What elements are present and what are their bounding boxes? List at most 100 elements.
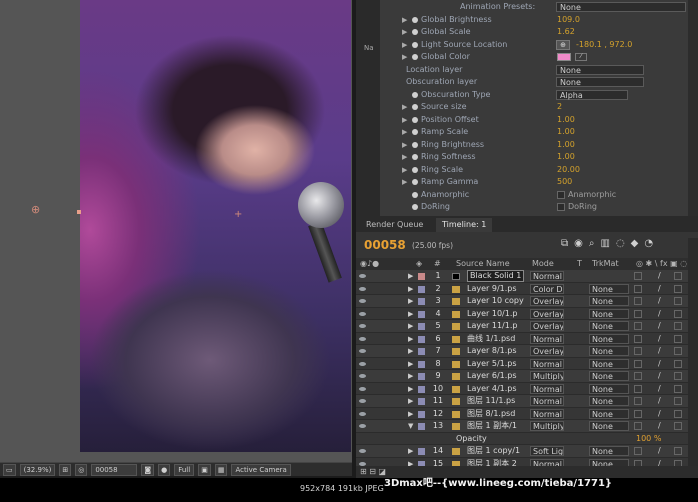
layer-row[interactable]: ▶ 8 Layer 5/1.ps Normal None / [356,357,698,370]
label-color-swatch[interactable] [418,335,425,343]
quality-switch-icon[interactable]: / [658,408,661,421]
blend-mode-dropdown[interactable]: Normal [530,396,564,406]
effect-value[interactable]: -180.1 , 972.0 [576,39,632,52]
layer-row[interactable]: ▶ 2 Layer 9/1.ps Color D None / [356,282,698,296]
expand-triangle-icon[interactable]: ▶ [402,164,407,177]
label-color-swatch[interactable] [418,373,425,380]
parent-pickwhip-icon[interactable] [634,309,642,318]
current-frame-field[interactable]: 00058 [91,463,138,476]
tab-render-queue[interactable]: Render Queue [360,218,429,232]
expand-triangle-icon[interactable]: ▶ [402,26,407,39]
effect-value[interactable]: 500 [557,176,572,189]
trkmat-dropdown[interactable]: None [589,383,629,394]
parent-pickwhip-icon[interactable] [634,372,642,380]
fx-switch-icon[interactable] [674,309,682,318]
fx-switch-icon[interactable] [674,447,682,455]
eye-icon[interactable] [359,411,366,416]
parent-pickwhip-icon[interactable] [634,347,642,355]
layer-row[interactable]: ▶ 5 Layer 11/1.p Overlay None / [356,320,698,333]
effect-value[interactable]: 20.00 [557,164,580,177]
motion-blur-icon[interactable]: ◌ [616,238,625,249]
label-color-swatch[interactable] [418,273,425,280]
blend-mode-dropdown[interactable]: Normal [530,333,564,344]
stopwatch-icon[interactable] [412,154,418,160]
eye-icon[interactable] [359,299,366,303]
stopwatch-icon[interactable] [412,91,418,98]
layer-row[interactable]: ▶ 3 Layer 10 copy Overlay None / [356,295,698,308]
layer-dropdown[interactable]: None [556,77,644,87]
mode-header[interactable]: Mode [532,258,554,270]
stopwatch-icon[interactable] [412,141,418,148]
eye-icon[interactable] [359,274,366,278]
quality-switch-icon[interactable]: / [658,295,661,308]
eye-icon[interactable] [359,336,366,341]
quality-switch-icon[interactable]: / [658,308,661,321]
parent-pickwhip-icon[interactable] [634,384,642,393]
anchor-crosshair-icon[interactable]: ⊕ [31,203,40,216]
fx-switch-icon[interactable] [674,372,682,380]
expand-triangle-icon[interactable]: ▶ [408,370,413,383]
effect-value[interactable]: 109.0 [557,14,580,27]
blend-mode-dropdown[interactable]: Normal [530,408,564,419]
trkmat-dropdown[interactable]: None [589,321,629,331]
trkmat-dropdown[interactable]: None [589,283,629,294]
checkbox[interactable] [557,203,565,211]
layer-row[interactable]: ▶ 14 图层 1 copy/1 Soft Lig None / [356,445,698,458]
camera-snapshot-icon[interactable]: ◎ [75,463,88,476]
color-swatch[interactable] [557,53,571,61]
label-color-swatch[interactable] [418,298,425,305]
trkmat-dropdown[interactable]: None [589,346,629,356]
expand-triangle-icon[interactable]: ▶ [402,126,407,139]
expand-triangle-icon[interactable]: ▶ [408,445,413,458]
obscuration-type-dropdown[interactable]: Alpha [556,89,628,100]
expand-triangle-icon[interactable]: ▶ [402,151,407,164]
layer-name[interactable]: Layer 8/1.ps [467,345,517,358]
layer-row[interactable]: ▶ 10 Layer 4/1.ps Normal None / [356,382,698,396]
light-source-crosshair-icon[interactable]: + [234,209,242,220]
layer-name[interactable]: 图层 11/1.ps [467,395,515,408]
eye-icon[interactable] [359,424,366,428]
layer-row[interactable]: ▶ 11 图层 11/1.ps Normal None / [356,395,698,408]
quality-switch-icon[interactable]: / [658,370,661,383]
layer-handle[interactable] [77,210,81,214]
transparency-grid-icon[interactable]: ▦ [214,463,228,476]
region-icon[interactable]: ▣ [198,463,211,476]
fx-switch-icon[interactable] [674,397,682,405]
label-icon[interactable]: ◈ [416,258,422,270]
eye-icon[interactable] [359,349,366,353]
label-color-swatch[interactable] [418,423,425,430]
checkbox[interactable] [557,190,565,199]
parent-pickwhip-icon[interactable] [634,409,642,418]
layer-name[interactable]: 图层 1 copy/1 [467,445,520,458]
trkmat-dropdown[interactable]: None [589,308,629,319]
frame-blending-icon[interactable]: ▥ [600,238,609,249]
composition-viewer[interactable]: ⊕ + [0,0,352,462]
resolution-dropdown[interactable]: Full [174,463,195,476]
draft-3d-icon[interactable]: ◉ [574,238,583,249]
expand-triangle-icon[interactable]: ▶ [408,295,413,308]
effect-value[interactable]: 2 [557,101,562,114]
quality-switch-icon[interactable]: / [658,420,661,433]
effect-value[interactable]: 1.00 [557,114,575,127]
timeline-scrollbar[interactable] [688,238,698,478]
layer-name[interactable]: Layer 10 copy [467,295,524,308]
fx-switch-icon[interactable] [674,322,682,330]
parent-pickwhip-icon[interactable] [634,297,642,305]
fx-switch-icon[interactable] [674,272,682,280]
expand-triangle-icon[interactable]: ▶ [408,408,413,421]
trkmat-dropdown[interactable]: None [589,296,629,306]
quality-switch-icon[interactable]: / [658,283,661,296]
eye-icon[interactable] [359,286,366,291]
parent-pickwhip-icon[interactable] [634,322,642,330]
property-row[interactable]: Opacity 100 % [356,432,698,445]
trkmat-dropdown[interactable]: None [589,358,629,369]
layer-name[interactable]: Layer 4/1.ps [467,383,517,396]
expand-triangle-icon[interactable]: ▶ [408,308,413,321]
monitor-icon[interactable]: ▭ [3,463,16,476]
effect-value[interactable]: 1.00 [557,126,575,139]
blend-mode-dropdown[interactable]: Normal [530,271,564,281]
expand-triangle-icon[interactable]: ▶ [408,333,413,346]
layer-row[interactable]: ▶ 4 Layer 10/1.p Overlay None / [356,307,698,321]
layer-row[interactable]: ▶ 12 图层 8/1.psd Normal None / [356,407,698,421]
quality-switch-icon[interactable]: / [658,270,661,283]
